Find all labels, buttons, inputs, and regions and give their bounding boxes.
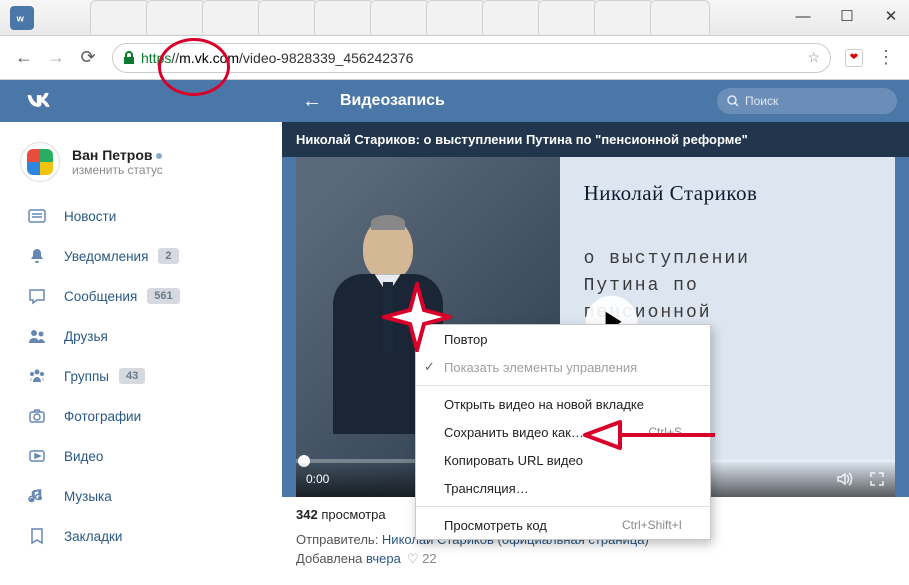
sidebar-nav: Новости Уведомления 2 Сообщения 561 Друзья… [0, 196, 282, 556]
profile-block[interactable]: Ван Петров изменить статус [0, 132, 282, 196]
sidebar-item-photos[interactable]: Фотографии [0, 396, 282, 436]
ctx-separator [416, 385, 710, 386]
sidebar-label: Новости [64, 209, 116, 224]
address-bar: ← → ⟳ https // m.vk.com /video-9828339_4… [0, 36, 909, 80]
fullscreen-icon[interactable] [869, 471, 885, 487]
ctx-item-save-video-as[interactable]: Сохранить видео как…Ctrl+S [416, 418, 710, 446]
music-icon [26, 485, 48, 507]
sidebar-item-news[interactable]: Новости [0, 196, 282, 236]
like-count[interactable]: ♡ 22 [407, 551, 437, 566]
ctx-item-copy-url[interactable]: Копировать URL видео [416, 446, 710, 474]
profile-name: Ван Петров [72, 147, 163, 163]
message-icon [26, 285, 48, 307]
lock-icon [123, 51, 135, 65]
svg-text:w: w [16, 13, 25, 23]
bookmark-icon [26, 525, 48, 547]
bookmark-star-icon[interactable]: ☆ [807, 49, 820, 66]
profile-status[interactable]: изменить статус [72, 163, 163, 177]
url-domain: m.vk.com [179, 50, 239, 66]
vk-page-title: Видеозапись [340, 92, 717, 110]
url-path: /video-9828339_456242376 [239, 50, 413, 66]
sidebar-item-messages[interactable]: Сообщения 561 [0, 276, 282, 316]
vk-back-button[interactable]: ← [302, 90, 322, 113]
bell-icon [26, 245, 48, 267]
extension-icon[interactable]: ❤ [845, 49, 863, 67]
video-title: Николай Стариков: о выступлении Путина п… [282, 122, 909, 157]
badge: 561 [147, 288, 179, 304]
vk-logo-icon[interactable] [24, 87, 52, 115]
ctx-item-cast[interactable]: Трансляция… [416, 474, 710, 502]
ctx-item-inspect[interactable]: Просмотреть кодCtrl+Shift+I [416, 511, 710, 539]
sidebar-label: Видео [64, 449, 103, 464]
sidebar-label: Сообщения [64, 289, 137, 304]
check-icon: ✓ [424, 359, 435, 375]
url-protocol: https [141, 50, 171, 66]
volume-icon[interactable] [835, 470, 853, 488]
video-added: Добавлена вчера♡ 22 [296, 551, 895, 567]
badge: 2 [158, 248, 178, 264]
ctx-item-show-controls: ✓Показать элементы управления [416, 353, 710, 381]
sidebar-label: Фотографии [64, 409, 141, 424]
url-slashes: // [171, 50, 179, 66]
vk-search-input[interactable]: Поиск [717, 88, 897, 114]
camera-icon [26, 405, 48, 427]
sidebar-label: Музыка [64, 489, 112, 504]
minimize-button[interactable]: — [791, 4, 815, 28]
close-button[interactable]: ✕ [879, 4, 903, 28]
ctx-separator [416, 506, 710, 507]
avatar [20, 142, 60, 182]
overlay-name: Николай Стариков [584, 181, 871, 206]
browser-menu-icon[interactable]: ⋮ [871, 47, 901, 68]
vk-header: ← Видеозапись Поиск [0, 80, 909, 122]
search-icon [727, 95, 739, 107]
sidebar-label: Закладки [64, 529, 122, 544]
friends-icon [26, 325, 48, 347]
badge: 43 [119, 368, 145, 384]
forward-button[interactable]: → [40, 42, 72, 74]
online-dot-icon [156, 153, 162, 159]
url-input[interactable]: https // m.vk.com /video-9828339_4562423… [112, 43, 831, 73]
ctx-item-open-new-tab[interactable]: Открыть видео на новой вкладке [416, 390, 710, 418]
groups-icon [26, 365, 48, 387]
inactive-tabs [90, 0, 769, 35]
active-tab-favicon[interactable]: w [10, 6, 34, 30]
sidebar-item-friends[interactable]: Друзья [0, 316, 282, 356]
browser-tab-strip: w — ☐ ✕ [0, 0, 909, 36]
sidebar-label: Уведомления [64, 249, 148, 264]
reload-button[interactable]: ⟳ [72, 42, 104, 74]
sidebar-label: Группы [64, 369, 109, 384]
news-icon [26, 205, 48, 227]
back-button[interactable]: ← [8, 42, 40, 74]
sidebar-item-groups[interactable]: Группы 43 [0, 356, 282, 396]
sidebar-item-notifications[interactable]: Уведомления 2 [0, 236, 282, 276]
video-added-link[interactable]: вчера [366, 551, 401, 566]
maximize-button[interactable]: ☐ [835, 4, 859, 28]
video-icon [26, 445, 48, 467]
context-menu: Повтор ✓Показать элементы управления Отк… [415, 324, 711, 540]
vk-search-placeholder: Поиск [745, 94, 778, 108]
window-controls: — ☐ ✕ [791, 4, 903, 28]
sidebar-item-bookmarks[interactable]: Закладки [0, 516, 282, 556]
sidebar-item-video[interactable]: Видео [0, 436, 282, 476]
ctx-item-loop[interactable]: Повтор [416, 325, 710, 353]
sidebar-item-music[interactable]: Музыка [0, 476, 282, 516]
sidebar: Ван Петров изменить статус Новости Уведо… [0, 122, 282, 584]
video-time: 0:00 [306, 472, 329, 486]
sidebar-label: Друзья [64, 329, 108, 344]
